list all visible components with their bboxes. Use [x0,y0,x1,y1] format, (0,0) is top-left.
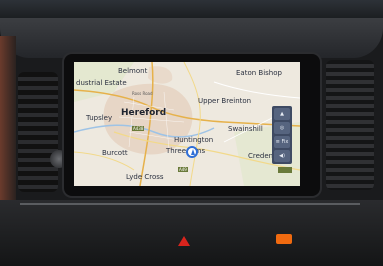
navigation-screen[interactable]: Belmont Eaton Bishop dustrial Estate Ros… [74,62,300,186]
trim-line [20,203,360,205]
place-label: Burcott [102,149,128,157]
place-label: Tupsley [86,114,113,122]
scale-indicator [278,167,292,173]
place-label: Lyde Cross [126,173,164,181]
speaker-icon[interactable]: ◀) [274,150,290,162]
lower-dashboard [0,200,383,266]
mountain-icon[interactable]: ▲ [274,108,290,120]
place-label: Eaton Bishop [236,69,282,77]
place-label: dustrial Estate [76,79,127,87]
city-label: Hereford [121,108,167,118]
compass-icon[interactable]: ◎ [274,122,290,134]
hazard-button-icon[interactable] [178,236,190,246]
road-shield: A49 [178,167,188,172]
road-label: Ross Road [132,91,153,96]
traffic-button[interactable]: ≡ Fix [274,136,290,148]
place-label: Swainshill [228,125,263,133]
right-vent [326,60,374,190]
dashboard-top [0,18,383,58]
orange-button[interactable] [276,234,292,244]
place-label: Upper Breinton [198,97,252,105]
current-position-icon [186,146,198,158]
map-controls: ▲ ◎ ≡ Fix ◀) [272,106,292,164]
place-label: Creden [248,152,274,160]
place-label: Belmont [118,67,148,75]
road-shield: A438 [132,126,145,131]
place-label: Huntington [174,136,214,144]
left-vent [18,72,58,192]
